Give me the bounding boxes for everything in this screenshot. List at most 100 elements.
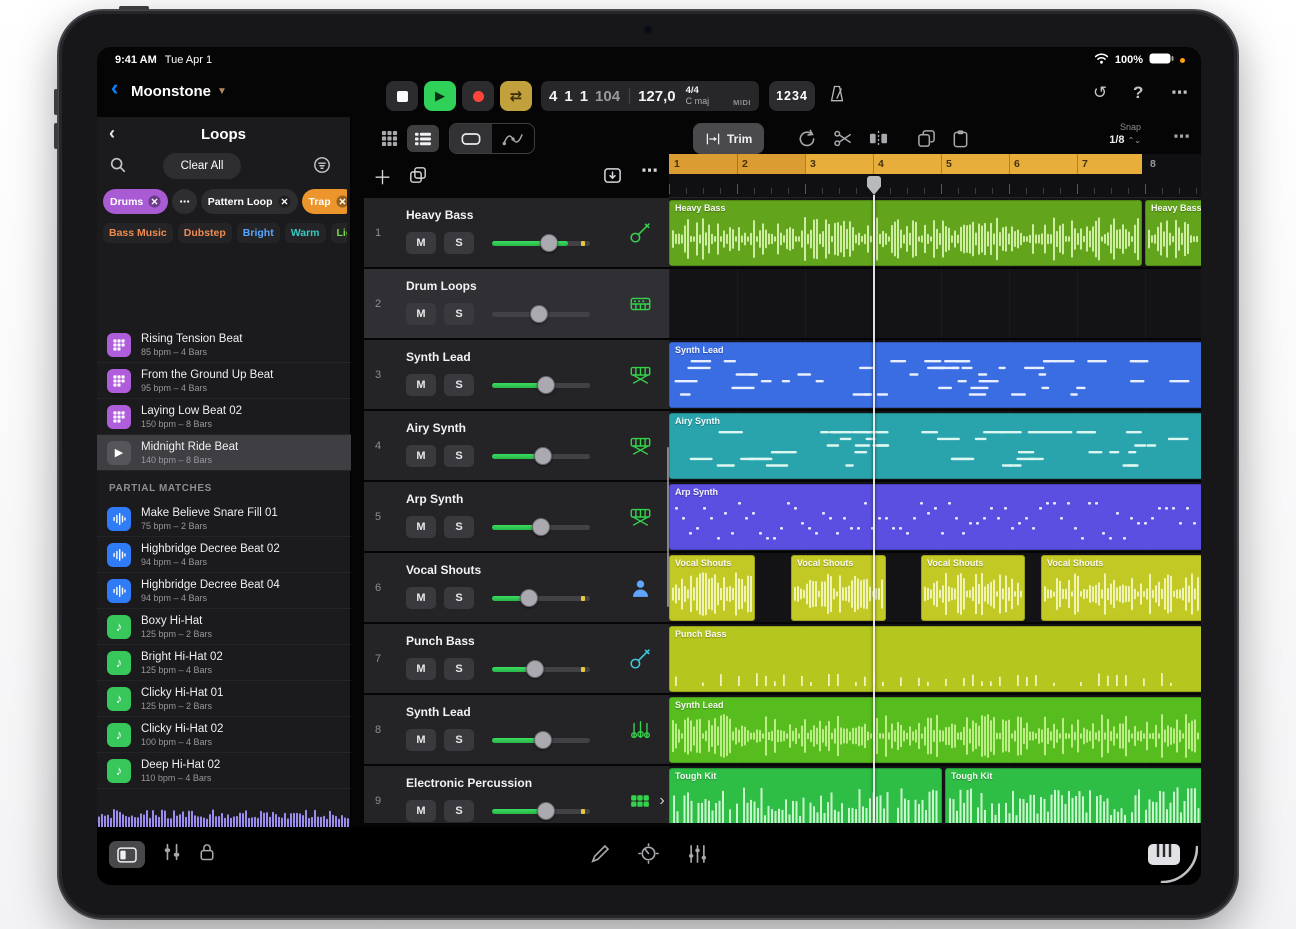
volume-slider[interactable] <box>492 587 590 609</box>
clear-all-button[interactable]: Clear All <box>163 153 241 179</box>
loop-item[interactable]: ▶Midnight Ride Beat140 bpm – 8 Bars <box>97 435 351 471</box>
trim-tool-button[interactable]: Trim <box>693 123 764 154</box>
cycle-range[interactable] <box>669 154 1142 174</box>
track-lane[interactable]: Synth Lead <box>669 340 1201 410</box>
filter-chip[interactable]: ⋯ <box>172 189 197 214</box>
solo-button[interactable]: S <box>444 729 474 751</box>
mute-button[interactable]: M <box>406 729 436 751</box>
track-import-icon[interactable] <box>603 166 622 190</box>
loop-item[interactable]: Highbridge Decree Beat 0294 bpm – 4 Bars <box>97 537 351 573</box>
loop-item[interactable]: Make Believe Snare Fill 0175 bpm – 2 Bar… <box>97 501 351 537</box>
mute-button[interactable]: M <box>406 374 436 396</box>
region[interactable]: Vocal Shouts <box>791 555 886 621</box>
track-lane[interactable]: Airy Synth <box>669 411 1201 481</box>
track-lane[interactable]: Punch Bass <box>669 624 1201 694</box>
mute-button[interactable]: M <box>406 587 436 609</box>
solo-button[interactable]: S <box>444 587 474 609</box>
solo-button[interactable]: S <box>444 445 474 467</box>
track-header[interactable]: 4Airy SynthMS <box>364 411 669 481</box>
volume-knob[interactable] <box>532 518 550 536</box>
solo-button[interactable]: S <box>444 232 474 254</box>
track-header[interactable]: 3Synth LeadMS <box>364 340 669 410</box>
volume-slider[interactable] <box>492 445 590 467</box>
track-header[interactable]: 5Arp SynthMS <box>364 482 669 552</box>
faders-button[interactable] <box>687 844 708 869</box>
count-in-button[interactable]: 1234 <box>769 81 815 111</box>
filter-icon[interactable] <box>313 156 331 179</box>
search-icon[interactable] <box>109 156 127 179</box>
track-header[interactable]: 8Synth LeadMS <box>364 695 669 765</box>
track-lane[interactable] <box>669 269 1201 339</box>
copy-icon[interactable] <box>917 129 936 153</box>
mute-button[interactable]: M <box>406 658 436 680</box>
volume-slider[interactable] <box>492 729 590 751</box>
metronome-icon[interactable] <box>827 84 847 109</box>
loop-tool-icon[interactable] <box>797 129 816 153</box>
loop-item[interactable]: ♪Clicky Hi-Hat 02100 bpm – 4 Bars <box>97 717 351 753</box>
solo-button[interactable]: S <box>444 516 474 538</box>
volume-knob[interactable] <box>540 234 558 252</box>
loop-item[interactable]: ♪Boxy Hi-Hat125 bpm – 2 Bars <box>97 609 351 645</box>
volume-knob[interactable] <box>537 802 555 820</box>
volume-knob[interactable] <box>526 660 544 678</box>
solo-button[interactable]: S <box>444 374 474 396</box>
region[interactable]: Airy Synth <box>669 413 1201 479</box>
track-header[interactable]: 7Punch BassMS <box>364 624 669 694</box>
filter-chip[interactable]: Pattern Loop <box>201 189 298 214</box>
solo-button[interactable]: S <box>444 800 474 822</box>
remove-filter-icon[interactable] <box>278 195 291 208</box>
solo-button[interactable]: S <box>444 658 474 680</box>
snap-setting[interactable]: Snap 1/8 ⌃⌄ <box>1053 121 1141 147</box>
mute-button[interactable]: M <box>406 232 436 254</box>
browser-button[interactable] <box>109 841 145 868</box>
loop-item[interactable]: Rising Tension Beat85 bpm – 4 Bars <box>97 327 351 363</box>
region[interactable]: Heavy Bass <box>1145 200 1201 266</box>
region[interactable]: Vocal Shouts <box>921 555 1025 621</box>
mixer-button[interactable] <box>161 842 183 867</box>
volume-knob[interactable] <box>537 376 555 394</box>
help-icon[interactable]: ? <box>1133 83 1143 103</box>
lock-button[interactable] <box>199 842 215 867</box>
track-lane[interactable]: Tough KitTough Kit <box>669 766 1201 823</box>
back-button[interactable]: ‹ <box>111 75 118 101</box>
region[interactable]: Tough Kit <box>945 768 1201 823</box>
region[interactable]: Vocal Shouts <box>1041 555 1201 621</box>
loop-item[interactable]: ♪Clicky Hi-Hat 01125 bpm – 2 Bars <box>97 681 351 717</box>
project-title[interactable]: Moonstone ▼ <box>131 83 227 100</box>
loop-item[interactable]: From the Ground Up Beat95 bpm – 4 Bars <box>97 363 351 399</box>
volume-knob[interactable] <box>520 589 538 607</box>
pencil-button[interactable] <box>590 844 610 869</box>
mute-button[interactable]: M <box>406 516 436 538</box>
descriptor-tag[interactable]: Bass Music <box>103 223 173 243</box>
duplicate-track-icon[interactable] <box>409 166 427 189</box>
more-options-icon[interactable]: ⋯ <box>1171 83 1188 103</box>
region[interactable]: Synth Lead <box>669 697 1201 763</box>
toolbar-more-icon[interactable]: ⋯ <box>1173 127 1190 147</box>
volume-slider[interactable] <box>492 800 590 822</box>
add-track-button[interactable]: ＋ <box>373 163 392 190</box>
remove-filter-icon[interactable] <box>148 195 161 208</box>
descriptor-tag[interactable]: Bright <box>237 223 280 243</box>
scrollbar[interactable] <box>667 447 669 607</box>
record-button[interactable] <box>462 81 494 111</box>
loop-item[interactable]: ♪Deep Hi-Hat 02110 bpm – 4 Bars <box>97 753 351 789</box>
region[interactable]: Punch Bass <box>669 626 1201 692</box>
descriptor-tag[interactable]: Light <box>331 223 348 243</box>
track-more-icon[interactable]: ⋯ <box>641 161 658 181</box>
descriptor-tag[interactable]: Dubstep <box>178 223 232 243</box>
loop-item[interactable]: ♪Bright Hi-Hat 02125 bpm – 4 Bars <box>97 645 351 681</box>
region[interactable]: Tough Kit <box>669 768 942 823</box>
volume-knob[interactable] <box>530 305 548 323</box>
rows-view-button[interactable] <box>407 125 439 152</box>
split-tool-icon[interactable] <box>869 129 888 153</box>
volume-knob[interactable] <box>534 447 552 465</box>
solo-button[interactable]: S <box>444 303 474 325</box>
track-lane[interactable]: Vocal ShoutsVocal ShoutsVocal ShoutsVoca… <box>669 553 1201 623</box>
filter-chip[interactable]: Drums <box>103 189 168 214</box>
volume-knob[interactable] <box>534 731 552 749</box>
lcd-display[interactable]: 4 1 1 104 127,0 4/4 C maj MIDI <box>541 81 759 111</box>
undo-icon[interactable]: ↺ <box>1093 83 1107 103</box>
stop-button[interactable] <box>386 81 418 111</box>
automation-mode-button[interactable] <box>492 124 534 153</box>
grid-view-button[interactable] <box>373 125 405 152</box>
